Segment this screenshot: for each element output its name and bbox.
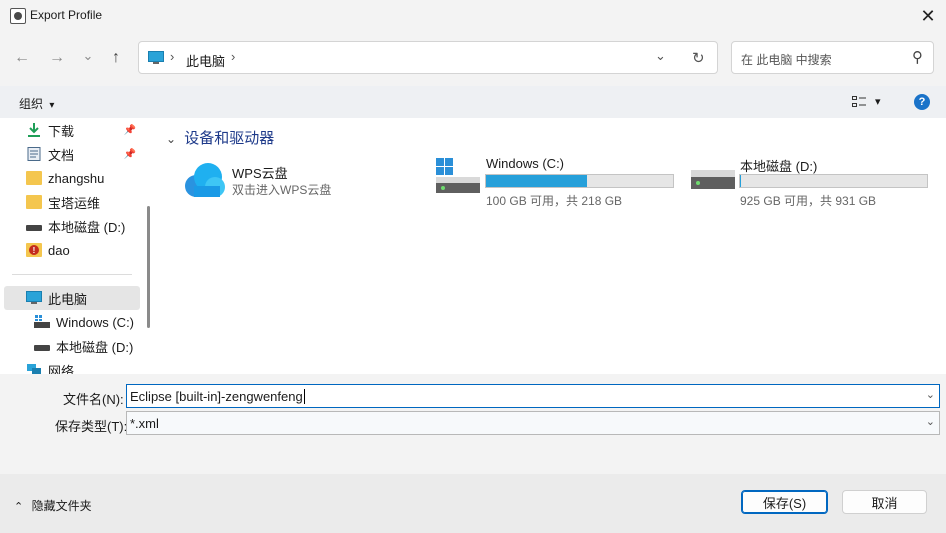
forward-button[interactable]: → bbox=[45, 44, 69, 72]
breadcrumb-separator: › bbox=[170, 49, 175, 64]
drive-icon bbox=[26, 225, 42, 231]
refresh-icon[interactable]: ↻ bbox=[692, 49, 705, 67]
sidebar-item-documents[interactable]: 文档 📌 bbox=[4, 142, 140, 166]
sidebar-item-downloads[interactable]: 下载 📌 bbox=[4, 118, 140, 142]
command-bar: 组织 ▾ ▾ ? bbox=[0, 86, 946, 118]
drive-tile-wps-cloud[interactable]: WPS云盘 双击进入WPS云盘 bbox=[178, 156, 418, 202]
search-box[interactable]: 在 此电脑 中搜索 ⚲ bbox=[731, 41, 934, 74]
chevron-down-icon[interactable]: ⌄ bbox=[926, 388, 935, 401]
sidebar-item-zhangshu[interactable]: zhangshu bbox=[4, 166, 140, 190]
drive-usage-fill bbox=[486, 175, 587, 187]
content-pane[interactable]: ⌄ 设备和驱动器 WPS云盘 双击进入WPS云盘 Windows (C:) 10… bbox=[158, 118, 946, 374]
filename-label: 文件名(N): bbox=[63, 392, 124, 407]
folder-icon bbox=[26, 195, 42, 209]
chevron-down-icon[interactable]: ⌄ bbox=[926, 415, 935, 428]
drive-name: WPS云盘 bbox=[232, 166, 288, 181]
sidebar-scrollbar[interactable] bbox=[147, 206, 150, 328]
sidebar-item-label: zhangshu bbox=[48, 170, 105, 186]
document-icon bbox=[27, 147, 41, 161]
close-button[interactable]: ✕ bbox=[910, 0, 946, 32]
drive-usage-bar bbox=[485, 174, 674, 188]
chevron-down-icon: ⌄ bbox=[166, 132, 177, 146]
pin-icon: 📌 bbox=[123, 148, 136, 160]
breadcrumb-separator[interactable]: › bbox=[231, 49, 235, 64]
sidebar-item-label: Windows (C:) bbox=[56, 314, 135, 330]
address-bar[interactable]: › 此电脑 › ⌄ ↻ bbox=[138, 41, 718, 74]
title-bar bbox=[0, 0, 946, 32]
hide-folders-label: 隐藏文件夹 bbox=[31, 499, 92, 513]
cancel-button[interactable]: 取消 bbox=[842, 490, 927, 514]
download-icon bbox=[28, 123, 40, 137]
help-button[interactable]: ? bbox=[914, 94, 930, 110]
sidebar-divider bbox=[12, 274, 132, 275]
drive-name: Windows (C:) bbox=[486, 156, 565, 171]
organize-button[interactable]: 组织 ▾ bbox=[19, 95, 54, 112]
pin-icon: 📌 bbox=[123, 124, 136, 136]
drive-subtitle: 100 GB 可用，共 218 GB bbox=[486, 194, 623, 208]
sidebar-item-label: 本地磁盘 (D:) bbox=[48, 219, 126, 235]
sidebar-item-this-pc[interactable]: 此电脑 bbox=[4, 286, 140, 310]
view-options-icon[interactable] bbox=[852, 96, 866, 108]
app-icon bbox=[10, 8, 26, 24]
sidebar-item-label: dao bbox=[48, 242, 70, 258]
cloud-icon bbox=[185, 163, 225, 197]
breadcrumb-item-this-pc[interactable]: 此电脑 bbox=[186, 51, 225, 70]
text-cursor bbox=[303, 388, 305, 404]
drive-usage-fill bbox=[740, 175, 742, 187]
sidebar-item-label: 宝塔运维 bbox=[48, 195, 101, 211]
folder-icon bbox=[26, 171, 42, 185]
filetype-select[interactable]: *.xml ⌄ bbox=[126, 411, 940, 435]
drive-tile-windows-c[interactable]: Windows (C:) 100 GB 可用，共 218 GB bbox=[433, 156, 683, 208]
drive-name: 本地磁盘 (D:) bbox=[740, 159, 818, 174]
computer-icon bbox=[26, 291, 42, 304]
sidebar-item-label: 本地磁盘 (D:) bbox=[56, 339, 134, 355]
chevron-down-icon: ▾ bbox=[49, 100, 55, 111]
sidebar-item-label: 网络 bbox=[48, 363, 75, 375]
search-input[interactable]: 在 此电脑 中搜索 bbox=[741, 51, 832, 68]
back-button[interactable]: ← bbox=[10, 44, 34, 72]
network-icon bbox=[27, 364, 41, 374]
sidebar-item-dao[interactable]: ! dao bbox=[4, 238, 140, 262]
sidebar-item-windows-c[interactable]: Windows (C:) bbox=[4, 310, 140, 334]
sidebar-item-label: 此电脑 bbox=[48, 291, 88, 307]
drive-tile-local-disk-d[interactable]: 本地磁盘 (D:) 925 GB 可用，共 931 GB bbox=[688, 156, 938, 208]
navigation-pane[interactable]: 下载 📌 文档 📌 zhangshu 宝塔运维 本地磁盘 (D:) ! dao … bbox=[0, 118, 158, 374]
drive-subtitle: 双击进入WPS云盘 bbox=[232, 183, 332, 197]
sidebar-item-label: 文档 bbox=[48, 147, 75, 163]
folder-warning-icon: ! bbox=[26, 243, 42, 257]
hide-folders-toggle[interactable]: ⌃ 隐藏文件夹 bbox=[14, 497, 92, 514]
address-history-dropdown[interactable]: ⌄ bbox=[655, 48, 666, 64]
filename-input[interactable]: Eclipse [built-in]-zengwenfeng ⌄ bbox=[126, 384, 940, 408]
filetype-value: *.xml bbox=[130, 415, 159, 431]
recent-locations-button[interactable]: ⌄ bbox=[76, 42, 100, 70]
up-button[interactable]: ↑ bbox=[104, 44, 128, 72]
drive-icon bbox=[34, 345, 50, 351]
drive-usage-bar bbox=[739, 174, 928, 188]
group-header-label: 设备和驱动器 bbox=[184, 130, 275, 147]
chevron-up-icon: ⌃ bbox=[14, 501, 24, 513]
organize-label: 组织 bbox=[19, 97, 44, 111]
sidebar-item-baota[interactable]: 宝塔运维 bbox=[4, 190, 140, 214]
filename-value: Eclipse [built-in]-zengwenfeng bbox=[130, 388, 303, 404]
sidebar-item-label: 下载 bbox=[48, 123, 75, 139]
sidebar-item-local-disk-d-pc[interactable]: 本地磁盘 (D:) bbox=[4, 334, 140, 358]
windows-drive-icon bbox=[436, 158, 480, 193]
drive-icon bbox=[691, 170, 735, 189]
window-title: Export Profile bbox=[30, 8, 103, 22]
sidebar-item-local-disk-d[interactable]: 本地磁盘 (D:) bbox=[4, 214, 140, 238]
computer-icon bbox=[148, 51, 164, 64]
group-header-devices[interactable]: ⌄ 设备和驱动器 bbox=[166, 127, 274, 148]
drive-subtitle: 925 GB 可用，共 931 GB bbox=[740, 194, 877, 208]
filetype-label: 保存类型(T): bbox=[55, 419, 128, 434]
search-icon[interactable]: ⚲ bbox=[912, 48, 923, 66]
sidebar-item-network[interactable]: 网络 bbox=[4, 358, 140, 374]
save-button[interactable]: 保存(S) bbox=[741, 490, 828, 514]
windows-drive-icon bbox=[34, 315, 50, 328]
view-dropdown-icon[interactable]: ▾ bbox=[875, 95, 881, 108]
